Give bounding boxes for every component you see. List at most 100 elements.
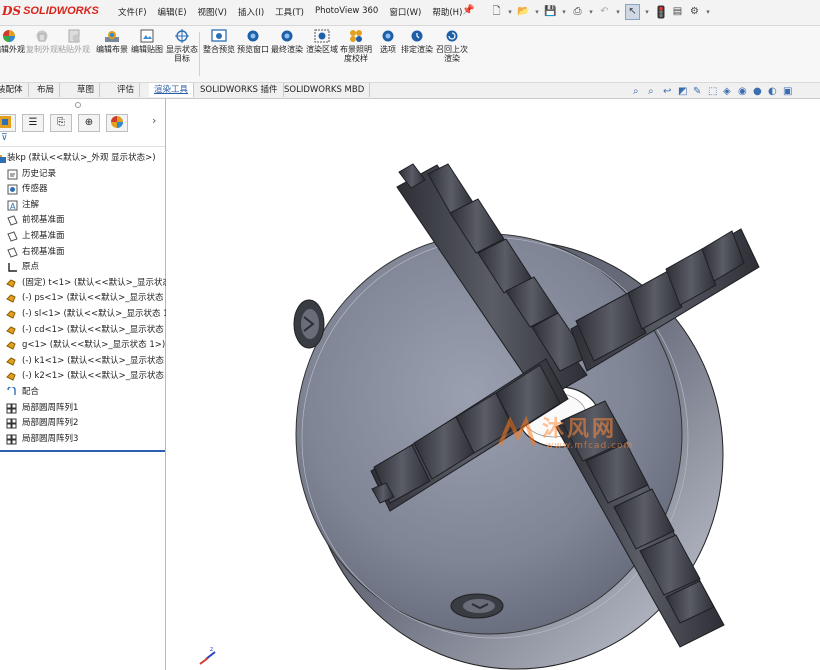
save-icon[interactable]: 💾 <box>544 5 557 19</box>
tree-item[interactable]: (-) cd<1> (默认<<默认>_显示状态 1 <box>0 323 172 339</box>
recall-last-render-button[interactable]: 召回上次渲染 <box>434 28 470 63</box>
section-view-icon[interactable]: ◩ <box>678 86 690 98</box>
chevron-down-icon[interactable]: ▾ <box>534 5 540 19</box>
tree-item[interactable]: (-) k1<1> (默认<<默认>_显示状态 1 <box>0 354 172 370</box>
final-render-icon <box>281 30 293 42</box>
configuration-manager-tab-icon[interactable]: ⎘ <box>50 114 72 132</box>
chevron-down-icon[interactable]: ▾ <box>588 5 594 19</box>
tree-item-label: 注解 <box>22 199 40 210</box>
open-folder-icon[interactable]: 📂 <box>517 5 530 19</box>
menu-photoview[interactable]: PhotoView 360 <box>315 6 378 18</box>
render-region-button[interactable]: 渲染区域 <box>304 28 340 54</box>
decal-icon <box>140 29 154 43</box>
menu-help[interactable]: 帮助(H) <box>432 6 462 18</box>
view-settings-icon[interactable]: ▣ <box>783 86 795 98</box>
select-cursor-icon[interactable]: ↖ <box>625 4 640 20</box>
scene-illumination-proof-button[interactable]: 布景照明度校样 <box>338 28 374 63</box>
tab-solidworks-mbd[interactable]: SOLIDWORKS MBD <box>279 83 371 97</box>
tree-item[interactable]: 局部圆周阵列2 <box>0 416 165 432</box>
menu-window[interactable]: 窗口(W) <box>389 6 421 18</box>
property-manager-tab-icon[interactable]: ☰ <box>22 114 44 132</box>
print-icon[interactable]: ⎙ <box>571 5 584 19</box>
undo-icon[interactable]: ↶ <box>598 5 611 19</box>
menu-file[interactable]: 文件(F) <box>118 6 147 18</box>
tree-item[interactable]: 原点 <box>0 260 165 276</box>
chevron-down-icon[interactable]: ▾ <box>705 5 711 19</box>
chevron-down-icon[interactable]: ▾ <box>507 5 513 19</box>
tree-item[interactable]: (-) k2<1> (默认<<默认>_显示状态 1 <box>0 369 172 385</box>
tree-item[interactable]: 传感器 <box>0 182 165 198</box>
rollback-bar[interactable] <box>0 450 165 452</box>
chuck-model[interactable]: z <box>166 99 820 670</box>
tree-item[interactable]: (-) ps<1> (默认<<默认>_显示状态 1 <box>0 291 172 307</box>
tree-item[interactable]: (固定) t<1> (默认<<默认>_显示状态 <box>0 276 171 292</box>
chevron-right-icon[interactable]: › <box>152 114 156 127</box>
copy-appearance-button[interactable]: 复制外观 <box>24 28 60 54</box>
tab-solidworks-addins[interactable]: SOLIDWORKS 插件 <box>195 83 284 97</box>
dynamic-annotation-icon[interactable]: ✎ <box>693 86 705 98</box>
pin-icon[interactable]: 📌 <box>462 5 474 16</box>
tree-item[interactable]: (-) sl<1> (默认<<默认>_显示状态 1 <box>0 307 169 323</box>
copy-appearance-label: 复制外观 <box>26 45 58 54</box>
tree-item[interactable]: 右视基准面 <box>0 245 165 261</box>
preview-window-button[interactable]: 预览窗口 <box>235 28 271 54</box>
title-menu-bar: DS SOLIDWORKS 文件(F) 编辑(E) 视图(V) 插入(I) 工具… <box>0 0 820 26</box>
chevron-down-icon[interactable]: ▾ <box>644 5 650 19</box>
tab-evaluate[interactable]: 评估 <box>112 83 141 97</box>
apply-scene-icon[interactable]: ◐ <box>768 86 780 98</box>
dimxpert-manager-tab-icon[interactable]: ⊕ <box>78 114 100 132</box>
tree-item-label: 历史记录 <box>22 168 57 179</box>
new-document-icon[interactable]: 🗋 <box>490 5 503 19</box>
edit-scene-button[interactable]: 编辑布景 <box>94 28 130 54</box>
tree-root-assembly[interactable]: 装kp (默认<<默认>_外观 显示状态>) <box>0 151 165 167</box>
tab-render-tools[interactable]: 渲染工具 <box>149 83 195 97</box>
display-style-icon[interactable]: ◈ <box>723 86 735 98</box>
panel-tabs: ☰ ⎘ ⊕ › <box>0 113 165 132</box>
view-orientation-icon[interactable]: ⬚ <box>708 86 720 98</box>
pattern-icon <box>6 403 17 413</box>
tree-item[interactable]: 配合 <box>0 385 165 401</box>
tab-sketch[interactable]: 草图 <box>72 83 101 97</box>
schedule-render-button[interactable]: 排定渲染 <box>399 28 435 54</box>
tab-layout[interactable]: 布局 <box>32 83 61 97</box>
tree-item[interactable]: g<1> (默认<<默认>_显示状态 1>) <box>0 338 165 354</box>
edit-decal-button[interactable]: 编辑贴图 <box>129 28 165 54</box>
menu-tools[interactable]: 工具(T) <box>275 6 304 18</box>
tree-item-label: (-) ps<1> (默认<<默认>_显示状态 1 <box>22 293 172 304</box>
zoom-to-fit-icon[interactable]: ⌕ <box>633 86 645 98</box>
menu-insert[interactable]: 插入(I) <box>238 6 264 18</box>
traffic-light-icon[interactable] <box>654 5 667 19</box>
tab-assembly[interactable]: 装配体 <box>0 83 29 97</box>
gear-icon[interactable]: ⚙ <box>688 5 701 19</box>
tree-item[interactable]: 前视基准面 <box>0 213 165 229</box>
previous-view-icon[interactable]: ↩ <box>663 86 675 98</box>
tree-item[interactable]: 上视基准面 <box>0 229 165 245</box>
file-properties-icon[interactable]: ▤ <box>671 5 684 19</box>
tree-item[interactable]: 局部圆周阵列1 <box>0 401 165 417</box>
key-socket-left <box>293 299 325 349</box>
menu-edit[interactable]: 编辑(E) <box>158 6 187 18</box>
display-states-target-button[interactable]: 显示状态目标 <box>164 28 200 63</box>
tree-item[interactable]: A 注解 <box>0 198 165 214</box>
tree-item-label: 传感器 <box>22 184 48 195</box>
final-render-button[interactable]: 最终渲染 <box>269 28 305 54</box>
edit-appearance-icon[interactable]: ● <box>753 86 765 98</box>
solidworks-logo[interactable]: DS SOLIDWORKS <box>2 4 99 18</box>
graphics-area[interactable]: z 沐风网 www.mfcad.com <box>166 99 820 670</box>
paste-appearance-button[interactable]: 粘贴外观 <box>56 28 92 54</box>
integrated-preview-button[interactable]: 整合预览 <box>201 28 237 54</box>
zoom-to-area-icon[interactable]: ⌕ <box>648 86 660 98</box>
render-region-label: 渲染区域 <box>306 45 338 54</box>
display-manager-tab-icon[interactable] <box>106 114 128 132</box>
filter-icon[interactable]: ⊽ <box>1 133 8 143</box>
chevron-down-icon[interactable]: ▾ <box>561 5 567 19</box>
hide-show-items-icon[interactable]: ◉ <box>738 86 750 98</box>
edit-appearance-button[interactable]: 编辑外观 <box>0 28 27 54</box>
menu-view[interactable]: 视图(V) <box>198 6 227 18</box>
tree-filter[interactable]: ⊽ <box>0 132 165 147</box>
feature-manager-tab-icon[interactable] <box>0 114 16 132</box>
tree-item[interactable]: 局部圆周阵列3 <box>0 432 165 448</box>
panel-grip-icon[interactable] <box>75 102 81 108</box>
chevron-down-icon[interactable]: ▾ <box>615 5 621 19</box>
tree-item[interactable]: 历史记录 <box>0 167 165 183</box>
